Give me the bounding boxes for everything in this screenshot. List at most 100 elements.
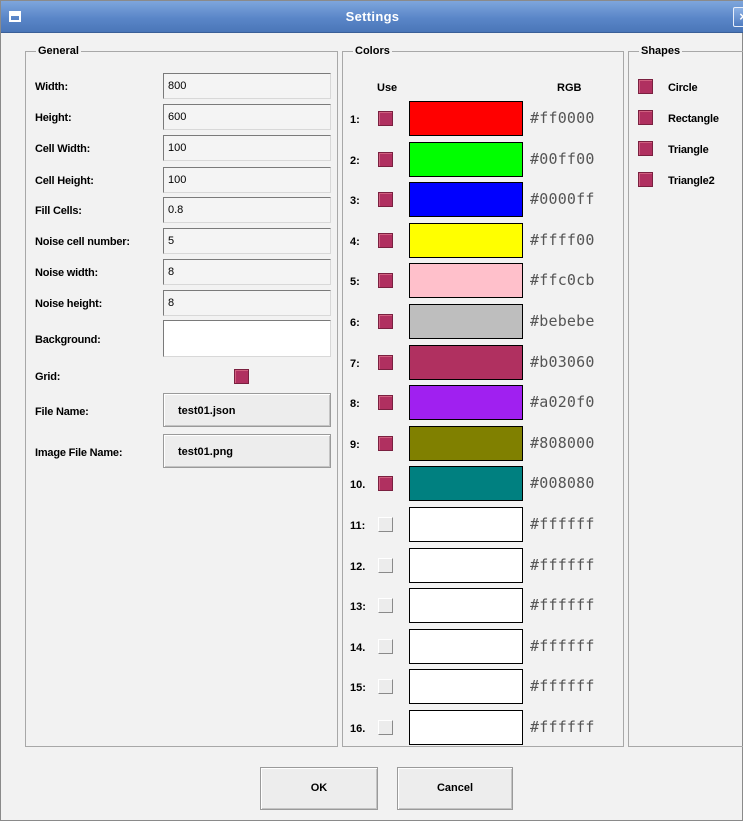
color-swatch-button[interactable] bbox=[409, 507, 523, 542]
color-row-label: 5: bbox=[350, 276, 360, 288]
color-swatch-button[interactable] bbox=[409, 466, 523, 501]
height-label: Height: bbox=[35, 112, 72, 124]
color-swatch-button[interactable] bbox=[409, 304, 523, 339]
grid-checkbox[interactable] bbox=[234, 369, 249, 384]
color-row-label: 15: bbox=[350, 682, 366, 694]
shapes-group-title: Shapes bbox=[639, 44, 683, 58]
color-swatch-button[interactable] bbox=[409, 101, 523, 136]
color-row-label: 13: bbox=[350, 601, 366, 613]
width-label: Width: bbox=[35, 81, 68, 93]
color-swatch-button[interactable] bbox=[409, 629, 523, 664]
color-row-label: 16. bbox=[350, 723, 366, 735]
width-input[interactable]: 800 bbox=[163, 73, 331, 99]
use-column-header: Use bbox=[377, 82, 398, 94]
ok-button[interactable]: OK bbox=[260, 767, 378, 810]
color-row-label: 11: bbox=[350, 520, 366, 532]
color-rgb-value: #ffffff bbox=[530, 556, 595, 574]
noise-width-label: Noise width: bbox=[35, 267, 98, 279]
color-use-checkbox[interactable] bbox=[378, 558, 393, 573]
color-use-checkbox[interactable] bbox=[378, 436, 393, 451]
cell-height-input[interactable]: 100 bbox=[163, 167, 331, 193]
colors-group-title: Colors bbox=[353, 44, 392, 58]
color-swatch-button[interactable] bbox=[409, 263, 523, 298]
color-row-label: 4: bbox=[350, 236, 360, 248]
shape-checkbox-triangle[interactable] bbox=[638, 141, 653, 156]
color-rgb-value: #ffffff bbox=[530, 718, 595, 736]
cancel-button[interactable]: Cancel bbox=[397, 767, 513, 810]
color-swatch-button[interactable] bbox=[409, 669, 523, 704]
color-use-checkbox[interactable] bbox=[378, 111, 393, 126]
color-row-label: 7: bbox=[350, 358, 360, 370]
color-use-checkbox[interactable] bbox=[378, 639, 393, 654]
color-row-label: 8: bbox=[350, 398, 360, 410]
color-rgb-value: #ffffff bbox=[530, 637, 595, 655]
color-rgb-value: #ffc0cb bbox=[530, 271, 595, 289]
image-file-name-button[interactable]: test01.png bbox=[163, 434, 331, 468]
general-group-title: General bbox=[36, 44, 81, 58]
color-row-label: 12. bbox=[350, 561, 366, 573]
color-rgb-value: #ffffff bbox=[530, 677, 595, 695]
shape-label-circle: Circle bbox=[668, 82, 698, 94]
file-name-button[interactable]: test01.json bbox=[163, 393, 331, 427]
color-row-label: 6: bbox=[350, 317, 360, 329]
grid-label: Grid: bbox=[35, 371, 61, 383]
color-swatch-button[interactable] bbox=[409, 385, 523, 420]
noise-height-input[interactable]: 8 bbox=[163, 290, 331, 316]
color-use-checkbox[interactable] bbox=[378, 476, 393, 491]
noise-height-label: Noise height: bbox=[35, 298, 103, 310]
color-swatch-button[interactable] bbox=[409, 548, 523, 583]
color-use-checkbox[interactable] bbox=[378, 152, 393, 167]
color-use-checkbox[interactable] bbox=[378, 355, 393, 370]
color-use-checkbox[interactable] bbox=[378, 273, 393, 288]
color-rgb-value: #b03060 bbox=[530, 353, 595, 371]
noise-cell-number-input[interactable]: 5 bbox=[163, 228, 331, 254]
color-row-label: 3: bbox=[350, 195, 360, 207]
title-bar[interactable]: Settings × bbox=[1, 1, 743, 33]
color-use-checkbox[interactable] bbox=[378, 233, 393, 248]
height-input[interactable]: 600 bbox=[163, 104, 331, 130]
cell-width-label: Cell Width: bbox=[35, 143, 91, 155]
shape-label-triangle: Triangle bbox=[668, 144, 709, 156]
color-rgb-value: #bebebe bbox=[530, 312, 595, 330]
image-file-name-label: Image File Name: bbox=[35, 447, 123, 459]
color-swatch-button[interactable] bbox=[409, 142, 523, 177]
color-row-label: 1: bbox=[350, 114, 360, 126]
settings-dialog: Settings × General Width: 800 Height: 60… bbox=[0, 0, 743, 821]
background-color-picker[interactable] bbox=[163, 320, 331, 357]
color-rgb-value: #ff0000 bbox=[530, 109, 595, 127]
shape-checkbox-rectangle[interactable] bbox=[638, 110, 653, 125]
color-swatch-button[interactable] bbox=[409, 223, 523, 258]
noise-cell-number-label: Noise cell number: bbox=[35, 236, 130, 248]
color-use-checkbox[interactable] bbox=[378, 395, 393, 410]
cell-height-label: Cell Height: bbox=[35, 175, 94, 187]
shape-checkbox-triangle2[interactable] bbox=[638, 172, 653, 187]
close-button[interactable]: × bbox=[733, 7, 743, 27]
color-rgb-value: #ffffff bbox=[530, 515, 595, 533]
color-row-label: 2: bbox=[350, 155, 360, 167]
color-swatch-button[interactable] bbox=[409, 426, 523, 461]
rgb-column-header: RGB bbox=[557, 82, 582, 94]
noise-width-input[interactable]: 8 bbox=[163, 259, 331, 285]
color-use-checkbox[interactable] bbox=[378, 679, 393, 694]
color-swatch-button[interactable] bbox=[409, 345, 523, 380]
dialog-button-bar: OK Cancel bbox=[1, 747, 743, 821]
color-rgb-value: #808000 bbox=[530, 434, 595, 452]
color-swatch-button[interactable] bbox=[409, 182, 523, 217]
color-rgb-value: #00ff00 bbox=[530, 150, 595, 168]
color-row-label: 10. bbox=[350, 479, 366, 491]
color-row-label: 14. bbox=[350, 642, 366, 654]
color-use-checkbox[interactable] bbox=[378, 598, 393, 613]
color-use-checkbox[interactable] bbox=[378, 314, 393, 329]
color-rgb-value: #0000ff bbox=[530, 190, 595, 208]
color-rgb-value: #ffffff bbox=[530, 596, 595, 614]
fill-cells-label: Fill Cells: bbox=[35, 205, 82, 217]
color-swatch-button[interactable] bbox=[409, 588, 523, 623]
color-rgb-value: #008080 bbox=[530, 474, 595, 492]
cell-width-input[interactable]: 100 bbox=[163, 135, 331, 161]
color-use-checkbox[interactable] bbox=[378, 720, 393, 735]
color-swatch-button[interactable] bbox=[409, 710, 523, 745]
color-use-checkbox[interactable] bbox=[378, 517, 393, 532]
shape-checkbox-circle[interactable] bbox=[638, 79, 653, 94]
color-use-checkbox[interactable] bbox=[378, 192, 393, 207]
fill-cells-input[interactable]: 0.8 bbox=[163, 197, 331, 223]
